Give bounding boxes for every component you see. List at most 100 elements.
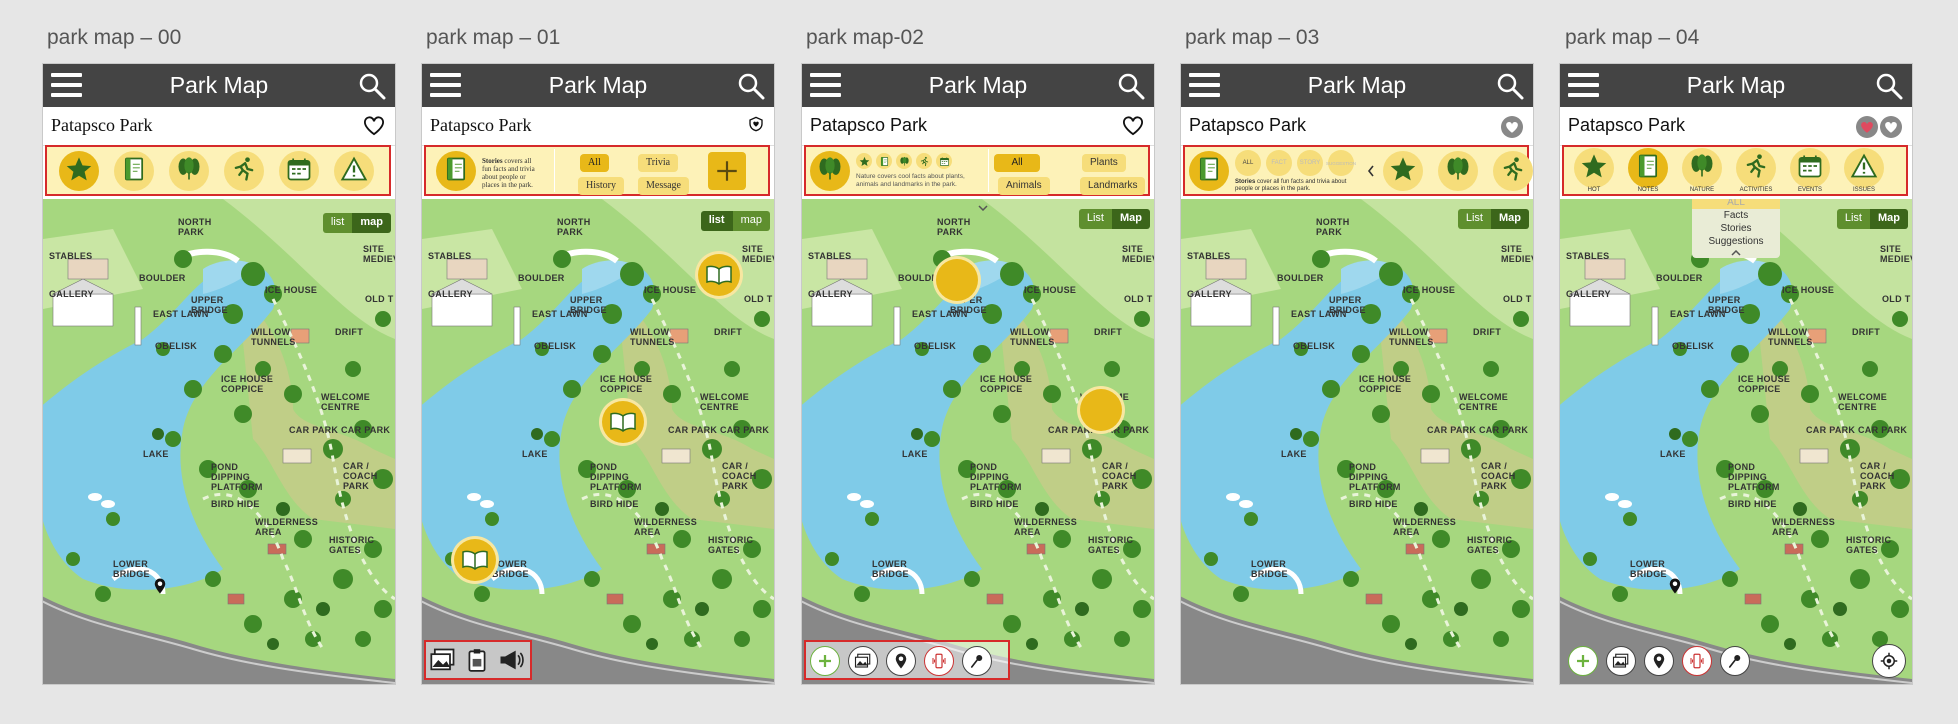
- map-toggle[interactable]: Map: [1112, 209, 1150, 229]
- search-icon[interactable]: [1874, 71, 1904, 101]
- map-toggle[interactable]: Map: [1491, 209, 1529, 229]
- filter-chip[interactable]: STORY: [1297, 150, 1323, 176]
- photos-icon[interactable]: [428, 646, 458, 679]
- park-map[interactable]: NORTH PARKSTABLESGALLERYBOULDERUPPER BRI…: [422, 199, 774, 684]
- story-marker[interactable]: [698, 254, 740, 296]
- filter-chip[interactable]: FACT: [1266, 150, 1292, 176]
- location-pin-icon[interactable]: [151, 574, 169, 598]
- favorite-heart-icon[interactable]: [1122, 116, 1144, 136]
- search-icon[interactable]: [736, 71, 766, 101]
- chevron-left-icon[interactable]: [1367, 165, 1375, 177]
- dropdown-option[interactable]: ALL: [1692, 199, 1780, 209]
- filter-pill[interactable]: Trivia: [638, 154, 679, 172]
- list-map-toggle[interactable]: List Map: [1836, 209, 1908, 229]
- vibrate-phone-button[interactable]: [924, 646, 954, 676]
- park-map[interactable]: NORTH PARKSTABLESGALLERYBOULDERUPPER BRI…: [802, 199, 1154, 684]
- locate-me-button[interactable]: [1872, 644, 1906, 678]
- mini-category-trees[interactable]: [896, 153, 912, 169]
- category-warning[interactable]: [1844, 148, 1884, 188]
- story-marker[interactable]: [454, 539, 496, 581]
- filter-pill[interactable]: Landmarks: [1080, 177, 1146, 195]
- park-header: Patapsco Park: [802, 107, 1154, 146]
- category-warning[interactable]: [334, 151, 374, 191]
- category-runner[interactable]: [1736, 148, 1776, 188]
- mini-category-runner[interactable]: [916, 153, 932, 169]
- mini-category-star[interactable]: [856, 153, 872, 169]
- list-toggle[interactable]: list: [700, 211, 733, 231]
- list-toggle[interactable]: List: [1457, 209, 1491, 229]
- location-pin-button[interactable]: [1644, 646, 1674, 676]
- add-button[interactable]: [708, 152, 746, 190]
- category-trees[interactable]: [1682, 148, 1722, 188]
- clipboard-icon[interactable]: [464, 646, 490, 679]
- location-pin-button[interactable]: [886, 646, 916, 676]
- list-map-toggle[interactable]: list map: [700, 211, 770, 231]
- category-star[interactable]: [1383, 151, 1423, 191]
- dropdown-option[interactable]: Suggestions: [1692, 235, 1780, 248]
- megaphone-icon[interactable]: [496, 646, 526, 679]
- category-star[interactable]: [59, 151, 99, 191]
- dropdown-option[interactable]: Stories: [1692, 222, 1780, 235]
- category-book[interactable]: [1628, 148, 1668, 188]
- park-map[interactable]: NORTH PARKSTABLESGALLERYBOULDERUPPER BRI…: [1560, 199, 1912, 684]
- map-label: OLD T: [744, 294, 773, 304]
- filter-chip[interactable]: ALL: [1235, 150, 1261, 176]
- category-star[interactable]: [1574, 148, 1614, 188]
- list-toggle[interactable]: list: [322, 213, 353, 233]
- chevron-up-icon[interactable]: [1731, 249, 1741, 256]
- story-marker[interactable]: [602, 401, 644, 443]
- map-toggle[interactable]: map: [732, 211, 770, 231]
- map-toggle[interactable]: map: [352, 213, 391, 233]
- category-book[interactable]: [114, 151, 154, 191]
- photos-button[interactable]: [848, 646, 878, 676]
- category-book[interactable]: [436, 151, 476, 191]
- filter-pill[interactable]: All: [580, 154, 609, 172]
- open-book-icon: [610, 412, 636, 432]
- favorite-heart-icon[interactable]: [363, 116, 385, 136]
- add-button[interactable]: [1568, 646, 1598, 676]
- nature-marker[interactable]: [1080, 389, 1122, 435]
- filter-pill[interactable]: Animals: [998, 177, 1050, 195]
- search-icon[interactable]: [1116, 71, 1146, 101]
- filter-pill[interactable]: Plants: [1082, 154, 1126, 172]
- map-toggle[interactable]: Map: [1870, 209, 1908, 229]
- chevron-down-icon[interactable]: [978, 205, 988, 211]
- category-calendar[interactable]: [279, 151, 319, 191]
- book-icon: [1634, 152, 1662, 185]
- nature-marker[interactable]: [936, 259, 978, 305]
- category-runner[interactable]: [1493, 151, 1533, 191]
- map-label: CAR PARK: [1858, 425, 1908, 435]
- category-trees[interactable]: [169, 151, 209, 191]
- mini-category-book[interactable]: [876, 153, 892, 169]
- park-map[interactable]: NORTH PARKSTABLESGALLERYBOULDERUPPER BRI…: [43, 199, 395, 684]
- category-book[interactable]: [1189, 151, 1229, 191]
- favorite-heart-icon[interactable]: [1880, 116, 1902, 138]
- filter-pill[interactable]: Message: [638, 177, 689, 195]
- mini-category-calendar[interactable]: [936, 153, 952, 169]
- category-calendar[interactable]: [1790, 148, 1830, 188]
- search-icon[interactable]: [1495, 71, 1525, 101]
- list-toggle[interactable]: List: [1836, 209, 1870, 229]
- list-map-toggle[interactable]: List Map: [1078, 209, 1150, 229]
- liked-heart-icon[interactable]: [1856, 116, 1878, 138]
- list-map-toggle[interactable]: List Map: [1457, 209, 1529, 229]
- microphone-button[interactable]: [1720, 646, 1750, 676]
- park-map[interactable]: NORTH PARKSTABLESGALLERYBOULDERUPPER BRI…: [1181, 199, 1533, 684]
- favorite-heart-icon[interactable]: [1501, 116, 1523, 138]
- category-trees[interactable]: [1438, 151, 1478, 191]
- microphone-button[interactable]: [962, 646, 992, 676]
- favorite-shield-icon[interactable]: [748, 116, 764, 132]
- list-map-toggle[interactable]: list map: [322, 213, 391, 233]
- list-toggle[interactable]: List: [1078, 209, 1112, 229]
- add-button[interactable]: [810, 646, 840, 676]
- filter-pill[interactable]: All: [994, 154, 1040, 172]
- search-icon[interactable]: [357, 71, 387, 101]
- category-trees[interactable]: [810, 151, 850, 191]
- photos-button[interactable]: [1606, 646, 1636, 676]
- filter-chip[interactable]: SUGGESTION: [1326, 150, 1356, 176]
- filter-pill[interactable]: History: [578, 177, 624, 195]
- category-runner[interactable]: [224, 151, 264, 191]
- location-pin-icon[interactable]: [1666, 574, 1684, 598]
- vibrate-phone-button[interactable]: [1682, 646, 1712, 676]
- dropdown-option[interactable]: Facts: [1692, 209, 1780, 222]
